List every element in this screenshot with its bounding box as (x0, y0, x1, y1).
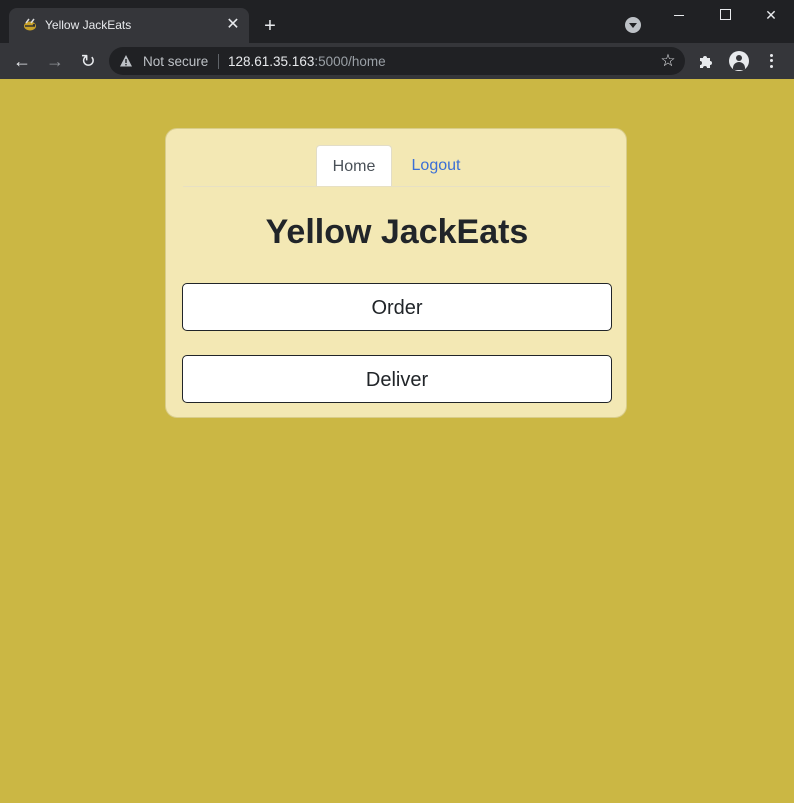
close-icon[interactable]: ✕ (224, 16, 242, 34)
tab-search-icon[interactable] (625, 17, 641, 33)
plus-icon[interactable]: + (258, 14, 282, 38)
main-card: Home Logout Yellow JackEats Order Delive… (165, 128, 627, 418)
browser-toolbar: ← → ↻ Not secure 128.61.35.163:5000/home… (0, 43, 794, 79)
profile-icon[interactable] (729, 51, 749, 71)
url-path: :5000/home (314, 54, 386, 69)
nav-tab-home[interactable]: Home (316, 145, 392, 187)
omnibox-divider (218, 54, 219, 69)
deliver-button[interactable]: Deliver (182, 355, 612, 403)
warning-icon[interactable] (119, 54, 133, 68)
favicon-icon (24, 18, 36, 31)
nav-tab-logout[interactable]: Logout (398, 145, 474, 187)
url-text[interactable]: 128.61.35.163:5000/home (228, 54, 386, 69)
maximize-button[interactable] (702, 0, 748, 30)
browser-titlebar: Yellow JackEats ✕ + ✕ (0, 0, 794, 43)
arrow-right-icon[interactable]: → (43, 49, 67, 73)
url-host: 128.61.35.163 (228, 54, 315, 69)
puzzle-icon[interactable] (697, 52, 715, 70)
nav-tabs-divider (183, 186, 610, 187)
window-close-button[interactable]: ✕ (748, 0, 794, 30)
security-label[interactable]: Not secure (143, 54, 208, 69)
minimize-button[interactable] (656, 0, 702, 30)
page-title: Yellow JackEats (265, 213, 529, 251)
browser-tab[interactable]: Yellow JackEats ✕ (9, 8, 249, 43)
page-viewport: Home Logout Yellow JackEats Order Delive… (0, 79, 794, 803)
star-icon[interactable]: ☆ (658, 51, 678, 71)
tab-title: Yellow JackEats (45, 18, 132, 32)
address-bar[interactable]: Not secure 128.61.35.163:5000/home ☆ (109, 47, 685, 75)
reload-icon[interactable]: ↻ (76, 49, 100, 73)
kebab-menu-icon[interactable] (766, 52, 776, 70)
order-button[interactable]: Order (182, 283, 612, 331)
arrow-left-icon[interactable]: ← (10, 49, 34, 73)
